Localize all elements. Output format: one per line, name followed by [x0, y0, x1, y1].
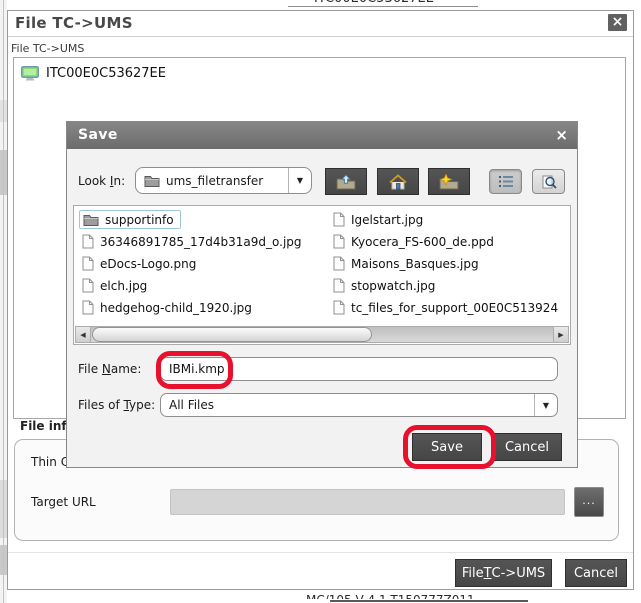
details-view-icon [541, 175, 557, 189]
up-folder-button[interactable] [325, 168, 367, 195]
browse-button[interactable]: ... [574, 487, 604, 517]
scrollbar-track[interactable] [91, 326, 553, 343]
file-icon [82, 256, 94, 271]
file-item-supportinfo[interactable]: supportinfo [79, 210, 181, 229]
file-icon [333, 300, 345, 315]
dialog-cancel-button[interactable]: Cancel [565, 559, 627, 587]
save-close-icon[interactable]: × [555, 122, 568, 148]
dialog-titlebar[interactable]: File TC->UMS × [8, 11, 633, 37]
target-url-label: Target URL [31, 495, 96, 509]
file-icon [333, 256, 345, 271]
up-folder-icon [336, 174, 356, 190]
folder-icon [83, 213, 99, 226]
background-top-line [288, 6, 478, 7]
file-name-label: File Name: [78, 357, 141, 381]
save-dialog-titlebar[interactable]: Save × [67, 122, 577, 149]
save-dialog: Save × Look In: ums_filetransfer ▼ [66, 121, 578, 468]
look-in-value: ums_filetransfer [166, 174, 263, 188]
files-of-type-value: All Files [169, 398, 214, 412]
chevron-down-icon: ▼ [534, 394, 557, 416]
file-icon [333, 212, 345, 227]
files-of-type-combobox[interactable]: All Files ▼ [160, 393, 558, 417]
look-in-label: Look In: [78, 167, 125, 195]
file-icon [82, 278, 94, 293]
file-item[interactable]: 36346891785_17d4b31a9d_o.jpg [82, 232, 302, 251]
file-name-input[interactable] [160, 357, 558, 381]
footer-separator [8, 552, 633, 553]
save-button[interactable]: Save [412, 433, 482, 461]
dialog-title: File TC->UMS [15, 11, 133, 36]
background-bottom-line [330, 600, 528, 602]
file-icon [333, 278, 345, 293]
horizontal-scrollbar: ◀ ▶ [75, 326, 569, 343]
file-item[interactable]: elch.jpg [82, 276, 147, 295]
file-item[interactable]: Kyocera_FS-600_de.ppd [333, 232, 567, 251]
file-icon [333, 234, 345, 249]
tree-item-label: ITC00E0C53627EE [46, 66, 166, 81]
file-item[interactable]: Igelstart.jpg [333, 210, 567, 229]
file-icon [82, 234, 94, 249]
save-dialog-body: Look In: ums_filetransfer ▼ [67, 149, 577, 467]
list-view-button[interactable] [489, 169, 522, 194]
file-tc-ums-button[interactable]: File TC->UMS [455, 559, 552, 587]
screen: ITC00E0C53627EE MC/105 V 4.1 T150777Z011… [0, 0, 641, 603]
group-label: File TC->UMS [11, 42, 84, 55]
scrollbar-thumb[interactable] [92, 327, 372, 342]
file-item[interactable]: Maisons_Basques.jpg [333, 254, 567, 273]
thin-client-monitor-icon [21, 66, 39, 81]
file-item[interactable]: tc_files_for_support_00E0C513924 [333, 298, 567, 317]
file-list-panel: supportinfo 36346891785_17d4b31a9d_o.jpg… [73, 205, 571, 345]
file-item[interactable]: stopwatch.jpg [333, 276, 567, 295]
files-of-type-label: Files of Type: [78, 393, 155, 417]
file-item[interactable]: eDocs-Logo.png [82, 254, 196, 273]
home-button[interactable] [377, 168, 419, 195]
scroll-left-icon[interactable]: ◀ [75, 326, 91, 343]
thin-client-text: Thin C [31, 455, 69, 469]
tree-item-thin-client[interactable]: ITC00E0C53627EE [21, 64, 166, 82]
new-folder-button[interactable] [428, 168, 470, 195]
details-view-button[interactable] [532, 169, 565, 194]
background-bottom-partial-text: MC/105 V 4.1 T150777Z011 [306, 593, 534, 599]
scroll-right-icon[interactable]: ▶ [553, 326, 569, 343]
file-item[interactable]: hedgehog-child_1920.jpg [82, 298, 252, 317]
background-left-strip [0, 0, 7, 603]
look-in-combobox[interactable]: ums_filetransfer ▼ [135, 167, 312, 194]
close-icon[interactable]: × [608, 14, 627, 31]
save-dialog-title: Save [78, 122, 118, 148]
file-icon [82, 300, 94, 315]
list-view-icon [498, 175, 514, 188]
save-cancel-button[interactable]: Cancel [492, 433, 562, 461]
new-folder-icon [439, 174, 459, 190]
home-icon [389, 174, 407, 190]
target-url-field [170, 489, 565, 515]
chevron-down-icon: ▼ [288, 168, 311, 193]
folder-icon [144, 174, 160, 187]
